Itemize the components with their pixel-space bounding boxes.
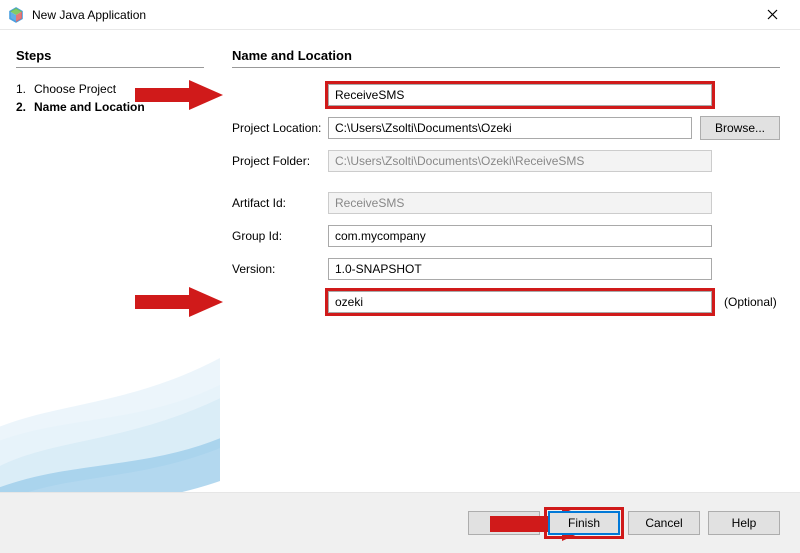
row-package: (Optional) [232, 289, 780, 315]
steps-panel: Steps 1. Choose Project 2. Name and Loca… [0, 30, 220, 492]
window-title: New Java Application [32, 8, 752, 22]
row-project-folder: Project Folder: [232, 148, 780, 174]
step-label: Name and Location [34, 100, 145, 114]
close-button[interactable] [752, 0, 792, 30]
project-location-input[interactable] [328, 117, 692, 139]
step-label: Choose Project [34, 82, 116, 96]
steps-heading: Steps [16, 48, 204, 68]
wizard-footer: < Ba Finish Cancel Help [0, 493, 800, 553]
content-heading: Name and Location [232, 48, 780, 68]
optional-note: (Optional) [724, 295, 780, 309]
field-label: Artifact Id: [232, 196, 328, 210]
row-version: Version: [232, 256, 780, 282]
back-button[interactable]: < Ba [468, 511, 540, 535]
finish-button[interactable]: Finish [548, 511, 620, 535]
help-button[interactable]: Help [708, 511, 780, 535]
group-id-input[interactable] [328, 225, 712, 247]
step-item: 2. Name and Location [16, 98, 204, 116]
project-name-input[interactable] [328, 84, 712, 106]
step-number: 2. [16, 100, 34, 114]
app-icon [8, 7, 24, 23]
steps-list: 1. Choose Project 2. Name and Location [16, 80, 204, 116]
decorative-swoosh [0, 292, 220, 492]
row-project-name [232, 82, 780, 108]
row-project-location: Project Location: Browse... [232, 115, 780, 141]
artifact-id-input [328, 192, 712, 214]
title-bar: New Java Application [0, 0, 800, 30]
field-label: Version: [232, 262, 328, 276]
step-number: 1. [16, 82, 34, 96]
browse-button[interactable]: Browse... [700, 116, 780, 140]
field-label: Group Id: [232, 229, 328, 243]
project-folder-input [328, 150, 712, 172]
row-artifact-id: Artifact Id: [232, 190, 780, 216]
wizard-body: Steps 1. Choose Project 2. Name and Loca… [0, 30, 800, 492]
finish-button-wrap: Finish [548, 511, 620, 535]
row-group-id: Group Id: [232, 223, 780, 249]
package-input[interactable] [328, 291, 712, 313]
step-item: 1. Choose Project [16, 80, 204, 98]
cancel-button[interactable]: Cancel [628, 511, 700, 535]
content-panel: Name and Location Project Location: Brow… [220, 30, 800, 492]
field-label: Project Folder: [232, 154, 328, 168]
version-input[interactable] [328, 258, 712, 280]
field-label: Project Location: [232, 121, 328, 135]
